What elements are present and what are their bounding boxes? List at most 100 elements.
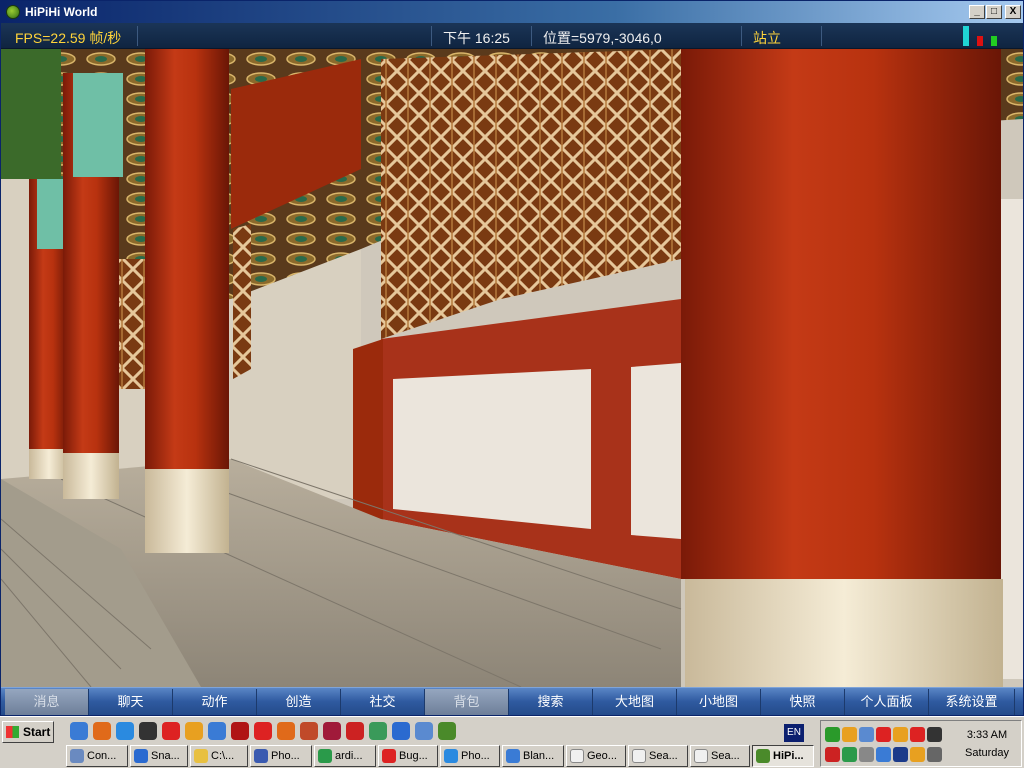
taskbar-button[interactable]: Pho... xyxy=(440,745,500,767)
menu-chat[interactable]: 聊天 xyxy=(89,689,173,715)
quick-launch-icon[interactable] xyxy=(185,722,203,740)
hipihi-icon xyxy=(756,749,770,763)
menu-social[interactable]: 社交 xyxy=(341,689,425,715)
game-viewport[interactable] xyxy=(1,49,1023,687)
game-time: 下午 16:25 xyxy=(443,30,510,46)
quick-launch-icon[interactable] xyxy=(346,722,364,740)
menu-messages[interactable]: 消息 xyxy=(5,689,89,715)
white-wall-panel xyxy=(393,369,591,529)
quick-launch-icon[interactable] xyxy=(70,722,88,740)
taskbar-button[interactable]: Sea... xyxy=(690,745,750,767)
maximize-button[interactable]: □ xyxy=(986,5,1002,19)
tray-icon[interactable] xyxy=(825,747,840,762)
menu-world-map[interactable]: 大地图 xyxy=(593,689,677,715)
menu-search[interactable]: 搜索 xyxy=(509,689,593,715)
taskbar-button[interactable]: Con... xyxy=(66,745,128,767)
app-window: HiPiHi World _ □ X FPS=22.59 帧/秒 下午 16:2… xyxy=(0,0,1024,716)
menu-system-settings[interactable]: 系统设置 xyxy=(929,689,1015,715)
document-icon xyxy=(632,749,646,763)
menu-create[interactable]: 创造 xyxy=(257,689,341,715)
photo-viewer-icon xyxy=(444,749,458,763)
signal-bar-icon xyxy=(991,36,997,46)
quick-launch-icon[interactable] xyxy=(139,722,157,740)
title-bar[interactable]: HiPiHi World _ □ X xyxy=(1,1,1023,23)
pillar-base xyxy=(63,453,119,499)
tray-icon[interactable] xyxy=(910,747,925,762)
white-wall-panel xyxy=(1001,199,1023,679)
clock-day: Saturday xyxy=(964,747,1010,759)
lattice-window xyxy=(233,224,251,379)
browser-icon xyxy=(506,749,520,763)
menu-snapshot[interactable]: 快照 xyxy=(761,689,845,715)
clock-time: 3:33 AM xyxy=(966,729,1008,741)
status-divider xyxy=(137,26,138,46)
taskbar-button[interactable]: Sea... xyxy=(628,745,688,767)
taskbar-button[interactable]: C:\... xyxy=(190,745,248,767)
status-bar: FPS=22.59 帧/秒 下午 16:25 位置=5979,-3046,0 站… xyxy=(1,23,1023,49)
quick-launch-icon[interactable] xyxy=(208,722,226,740)
tray-icon[interactable] xyxy=(927,727,942,742)
messenger-icon[interactable] xyxy=(842,747,857,762)
taskbar-button[interactable]: Blan... xyxy=(502,745,564,767)
tray-icon[interactable] xyxy=(893,727,908,742)
hipihi-icon[interactable] xyxy=(438,722,456,740)
network-icon[interactable] xyxy=(876,747,891,762)
menu-personal-panel[interactable]: 个人面板 xyxy=(845,689,929,715)
taskbar-button[interactable]: ardi... xyxy=(314,745,376,767)
firefox-icon[interactable] xyxy=(93,722,111,740)
language-indicator[interactable]: EN xyxy=(784,724,804,742)
quick-launch-icon[interactable] xyxy=(415,722,433,740)
quick-launch-icon[interactable] xyxy=(231,722,249,740)
opera-icon xyxy=(382,749,396,763)
status-divider xyxy=(431,26,432,46)
signal-bar-icon xyxy=(963,26,969,46)
red-pillar xyxy=(145,49,229,469)
system-tray: 3:33 AM Saturday xyxy=(820,720,1022,767)
pillar-base xyxy=(685,579,1003,687)
menu-actions[interactable]: 动作 xyxy=(173,689,257,715)
quick-launch-icon[interactable] xyxy=(392,722,410,740)
windows-logo-icon xyxy=(6,726,19,738)
taskbar-button[interactable]: Sna... xyxy=(130,745,188,767)
hipihi-icon xyxy=(6,5,20,19)
stance-status: 站立 xyxy=(753,30,781,46)
quick-launch-icon[interactable] xyxy=(162,722,180,740)
tray-icon[interactable] xyxy=(825,727,840,742)
menu-backpack[interactable]: 背包 xyxy=(425,689,509,715)
tray-icon[interactable] xyxy=(859,747,874,762)
messenger-icon xyxy=(318,749,332,763)
window-title: HiPiHi World xyxy=(25,5,98,19)
tray-icon[interactable] xyxy=(927,747,942,762)
taskbar: Start EN Con... Sna... C:\... Pho... ard… xyxy=(0,716,1024,768)
start-label: Start xyxy=(23,725,51,739)
quick-launch-icon[interactable] xyxy=(323,722,341,740)
minimize-button[interactable]: _ xyxy=(969,5,985,19)
ati-icon[interactable] xyxy=(910,727,925,742)
signal-bar-icon xyxy=(977,36,983,46)
photoshop-icon xyxy=(254,749,268,763)
opera-icon[interactable] xyxy=(254,722,272,740)
fps-readout: FPS=22.59 帧/秒 xyxy=(15,30,122,46)
start-button[interactable]: Start xyxy=(2,721,54,743)
taskbar-button-active[interactable]: HiPi... xyxy=(752,745,814,767)
door-frame xyxy=(353,339,383,529)
tray-icon[interactable] xyxy=(842,727,857,742)
quick-launch-icon[interactable] xyxy=(277,722,295,740)
position-readout: 位置=5979,-3046,0 xyxy=(543,30,662,46)
close-button[interactable]: X xyxy=(1005,5,1021,19)
menu-minimap[interactable]: 小地图 xyxy=(677,689,761,715)
tray-icon[interactable] xyxy=(893,747,908,762)
quick-launch-icon[interactable] xyxy=(369,722,387,740)
taskbar-button[interactable]: Pho... xyxy=(250,745,312,767)
tray-icon[interactable] xyxy=(859,727,874,742)
ie-icon[interactable] xyxy=(116,722,134,740)
tray-icon[interactable] xyxy=(876,727,891,742)
clock[interactable]: 3:33 AM Saturday xyxy=(957,729,1017,759)
quick-launch-icon[interactable] xyxy=(300,722,318,740)
status-divider xyxy=(741,26,742,46)
pillar-base xyxy=(145,469,229,553)
taskbar-button[interactable]: Bug... xyxy=(378,745,438,767)
lattice-window xyxy=(117,259,147,389)
taskbar-button[interactable]: Geo... xyxy=(566,745,626,767)
game-menu-bar: 消息 聊天 动作 创造 社交 背包 搜索 大地图 小地图 快照 个人面板 系统设… xyxy=(1,687,1023,715)
